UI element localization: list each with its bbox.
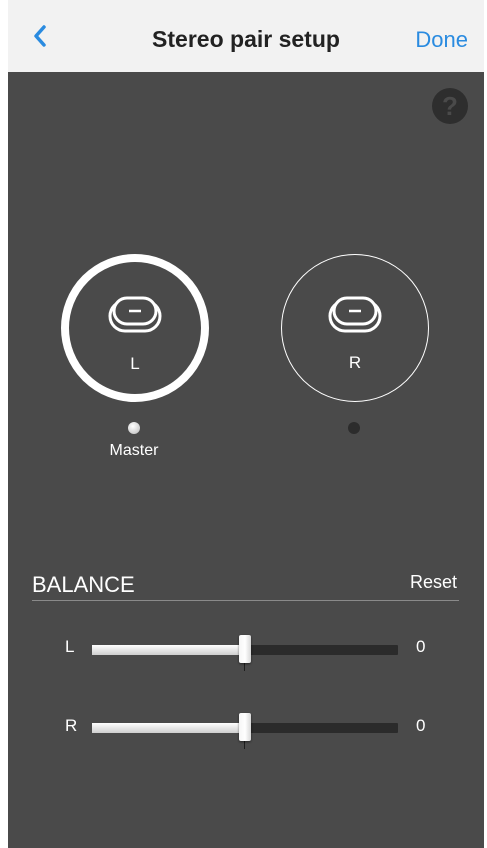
- speaker-right-label: R: [348, 353, 362, 372]
- speaker-right-button[interactable]: R: [281, 254, 429, 402]
- divider: [32, 600, 459, 601]
- master-label: Master: [109, 442, 159, 459]
- slider-center-tick: [244, 663, 245, 671]
- balance-left-label: L: [65, 637, 75, 656]
- slider-thumb[interactable]: [239, 713, 251, 741]
- slider-fill: [92, 723, 245, 733]
- app-frame: Stereo pair setup Done ? L R Master BALA…: [8, 0, 484, 848]
- speaker-icon: [328, 296, 382, 333]
- speaker-left-label: L: [130, 354, 140, 373]
- balance-right-slider[interactable]: [92, 713, 398, 749]
- balance-right-label: R: [65, 716, 78, 735]
- balance-heading: BALANCE: [32, 572, 135, 597]
- speaker-icon: [108, 296, 162, 333]
- master-indicator-active: [128, 422, 140, 434]
- nav-bar: Stereo pair setup Done: [8, 0, 484, 72]
- slider-fill: [92, 645, 245, 655]
- page-title: Stereo pair setup: [152, 26, 340, 52]
- speaker-left-button[interactable]: L: [61, 254, 209, 402]
- reset-button[interactable]: Reset: [410, 572, 457, 593]
- balance-left-slider[interactable]: [92, 635, 398, 671]
- slider-thumb[interactable]: [239, 635, 251, 663]
- question-mark-icon[interactable]: ?: [432, 88, 468, 124]
- master-indicator-inactive[interactable]: [348, 422, 360, 434]
- balance-right-value: 0: [416, 716, 426, 735]
- balance-left-value: 0: [416, 637, 426, 656]
- done-button[interactable]: Done: [415, 27, 468, 53]
- slider-center-tick: [244, 741, 245, 749]
